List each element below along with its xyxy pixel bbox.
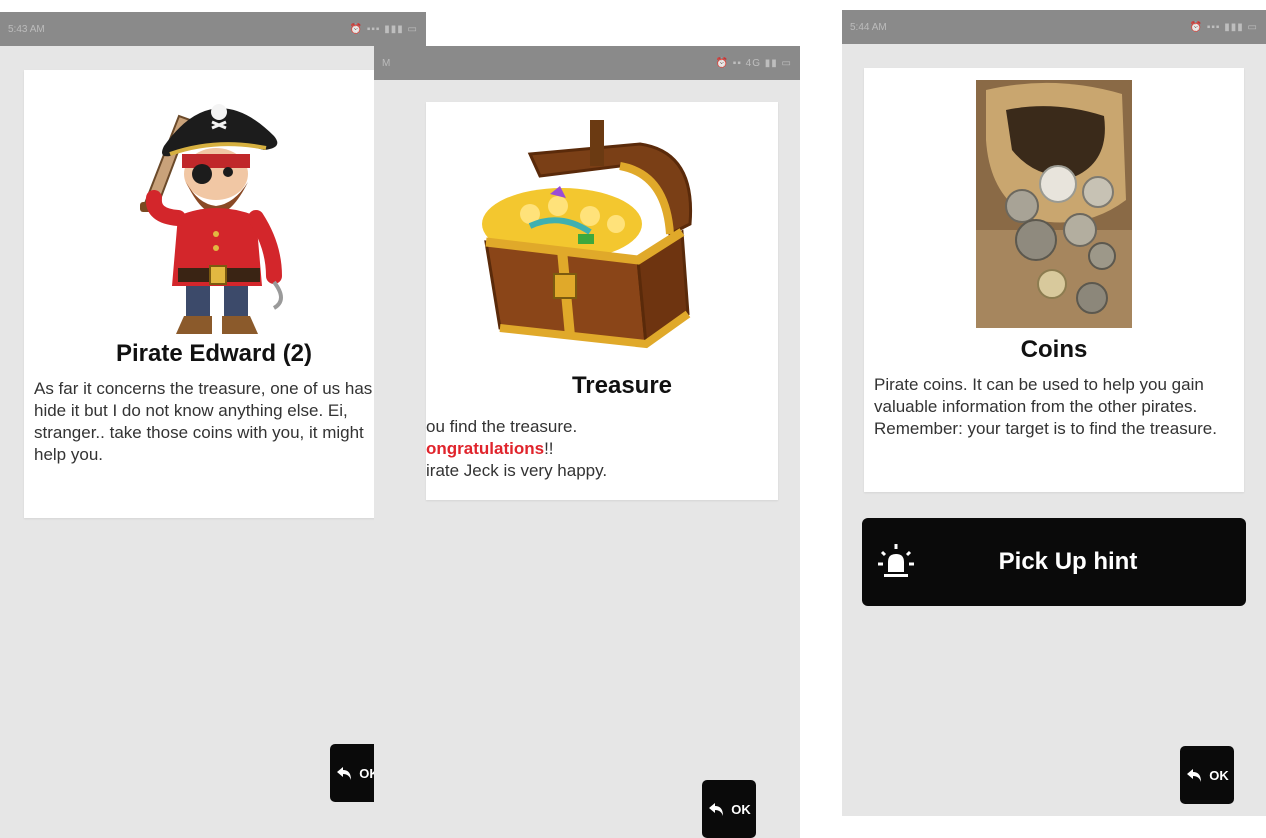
pick-up-hint-button[interactable]: Pick Up hint <box>862 518 1246 606</box>
coins-bag-photo <box>976 80 1132 328</box>
status-icons: ⏰ ▪▪▪ ▮▮▮ ▭ <box>1189 21 1258 33</box>
congrats-line: ongratulations!! <box>426 438 770 460</box>
undo-arrow-icon <box>1187 769 1202 782</box>
ok-button[interactable]: OK <box>702 780 756 838</box>
ok-button[interactable]: OK <box>1180 746 1234 804</box>
card-title: Treasure <box>571 372 673 399</box>
status-time: M <box>382 57 391 69</box>
screen-treasure: M ⏰ ▪▪ 4G ▮▮ ▭ Treasure ou find the trea… <box>374 46 800 838</box>
happy-line: irate Jeck is very happy. <box>426 461 608 480</box>
treasure-chest-illustration <box>482 120 693 349</box>
status-icons: ⏰ ▪▪▪ ▮▮▮ ▭ <box>349 23 418 35</box>
ok-label: OK <box>1209 767 1229 783</box>
status-icons: ⏰ ▪▪ 4G ▮▮ ▭ <box>715 57 792 69</box>
found-line: ou find the treasure. <box>426 417 578 436</box>
screen-pirate-edward: 5:43 AM ⏰ ▪▪▪ ▮▮▮ ▭ Pirate Edward (2) As… <box>0 12 426 838</box>
pirate-captain-illustration <box>140 104 283 334</box>
item-card: Coins Pirate coins. It can be used to he… <box>864 68 1244 492</box>
card-description: Pirate coins. It can be used to help you… <box>874 375 1217 438</box>
congrats-suffix: !! <box>544 439 554 458</box>
screen-coins: 5:44 AM ⏰ ▪▪▪ ▮▮▮ ▭ Coins Pirate coins. … <box>842 10 1266 816</box>
status-bar: M ⏰ ▪▪ 4G ▮▮ ▭ <box>374 46 800 80</box>
status-time: 5:43 AM <box>8 23 45 35</box>
hint-button-label: Pick Up hint <box>998 548 1138 575</box>
card-title: Pirate Edward (2) <box>115 340 313 367</box>
undo-arrow-icon <box>709 803 724 816</box>
character-card: Pirate Edward (2) As far it concerns the… <box>24 70 404 518</box>
status-time: 5:44 AM <box>850 21 887 33</box>
undo-arrow-icon <box>337 767 352 780</box>
status-bar: 5:44 AM ⏰ ▪▪▪ ▮▮▮ ▭ <box>842 10 1266 44</box>
treasure-card: Treasure ou find the treasure. ongratula… <box>426 102 778 500</box>
ok-label: OK <box>731 801 751 817</box>
card-title: Coins <box>1020 336 1088 363</box>
card-description: ou find the treasure. ongratulations!! i… <box>426 416 770 482</box>
status-bar: 5:43 AM ⏰ ▪▪▪ ▮▮▮ ▭ <box>0 12 426 46</box>
congrats-highlight: ongratulations <box>426 439 545 458</box>
card-description: As far it concerns the treasure, one of … <box>34 379 392 464</box>
